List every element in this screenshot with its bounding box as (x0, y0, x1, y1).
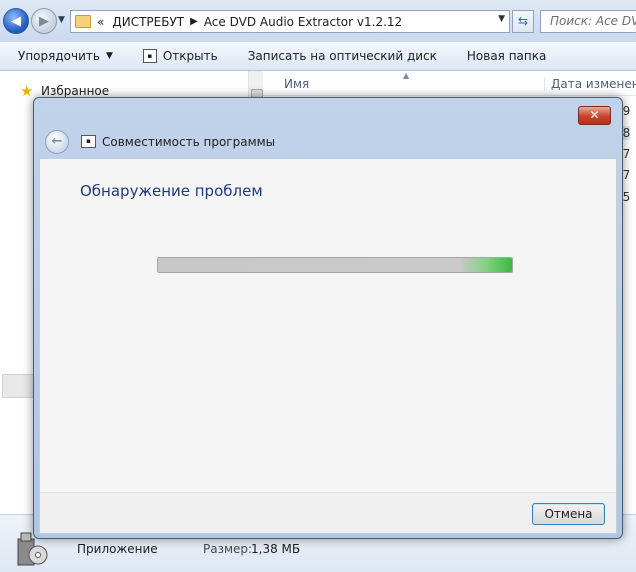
dialog-footer: Отмена (39, 492, 617, 534)
star-icon: ★ (20, 82, 34, 100)
dialog-header: ← ▪ Совместимость программы (39, 126, 615, 158)
dialog-title: Совместимость программы (102, 135, 276, 149)
back-button[interactable]: ◀ (3, 8, 29, 34)
arrow-left-icon: ← (51, 134, 63, 149)
column-date-header[interactable]: Дата изменения (544, 77, 636, 91)
arrow-left-icon: ◀ (11, 13, 21, 29)
compatibility-dialog: ✕ ← ▪ Совместимость программы Обнаружени… (33, 97, 623, 539)
progress-bar (157, 257, 513, 273)
chevron-down-icon: ▼ (105, 51, 113, 61)
burn-label: Записать на оптический диск (247, 49, 437, 63)
folder-icon (75, 15, 91, 28)
dialog-back-button[interactable]: ← (45, 130, 69, 154)
sidebar-item-favorites[interactable]: Избранное (41, 84, 109, 98)
address-dropdown-icon[interactable]: ▼ (498, 14, 505, 24)
breadcrumb-item-ace-dvd[interactable]: Ace DVD Audio Extractor v1.2.12 (204, 15, 402, 29)
cancel-button[interactable]: Отмена (532, 503, 605, 525)
organize-button[interactable]: Упорядочить ▼ (18, 49, 113, 63)
column-name-header[interactable]: Имя (284, 77, 309, 91)
dialog-content: Обнаружение проблем (39, 158, 617, 493)
organize-label: Упорядочить (18, 49, 100, 63)
arrow-right-icon: ▶ (39, 13, 49, 29)
close-icon: ✕ (589, 108, 600, 122)
new-folder-button[interactable]: Новая папка (467, 49, 546, 63)
program-compatibility-icon: ▪ (81, 135, 96, 148)
file-size-label: Размер: (203, 542, 253, 556)
burn-button[interactable]: Записать на оптический диск (248, 49, 437, 63)
sort-up-icon: ▲ (403, 71, 410, 80)
close-button[interactable]: ✕ (578, 106, 611, 125)
breadcrumb-separator-icon[interactable]: ▶ (190, 16, 198, 27)
address-bar: ◀ ▶ ▼ « ДИСТРЕБУТ ▶ Ace DVD Audio Extrac… (0, 0, 636, 43)
search-input[interactable]: Поиск: Ace DVD (540, 10, 636, 33)
progress-fill (158, 258, 512, 272)
refresh-icon: ⇆ (517, 14, 529, 28)
address-field[interactable]: « ДИСТРЕБУТ ▶ Ace DVD Audio Extractor v1… (70, 10, 510, 33)
breadcrumb-item-distrebut[interactable]: ДИСТРЕБУТ (112, 15, 184, 29)
program-icon: ▪ (142, 49, 157, 63)
recent-pages-dropdown-icon[interactable]: ▼ (58, 15, 65, 25)
file-size-value: 1,38 МБ (251, 542, 301, 556)
command-bar: Упорядочить ▼ ▪ Открыть Записать на опти… (0, 42, 636, 71)
forward-button[interactable]: ▶ (31, 8, 57, 34)
dialog-heading: Обнаружение проблем (80, 182, 263, 200)
open-label: Открыть (162, 49, 218, 63)
refresh-button[interactable]: ⇆ (512, 10, 534, 33)
file-type-label: Приложение (77, 542, 158, 556)
new-folder-label: Новая папка (466, 49, 547, 63)
file-list-header: ▲ Имя Дата изменения (263, 71, 636, 96)
open-button[interactable]: ▪ Открыть (142, 49, 218, 63)
breadcrumb-overflow[interactable]: « (97, 15, 104, 29)
